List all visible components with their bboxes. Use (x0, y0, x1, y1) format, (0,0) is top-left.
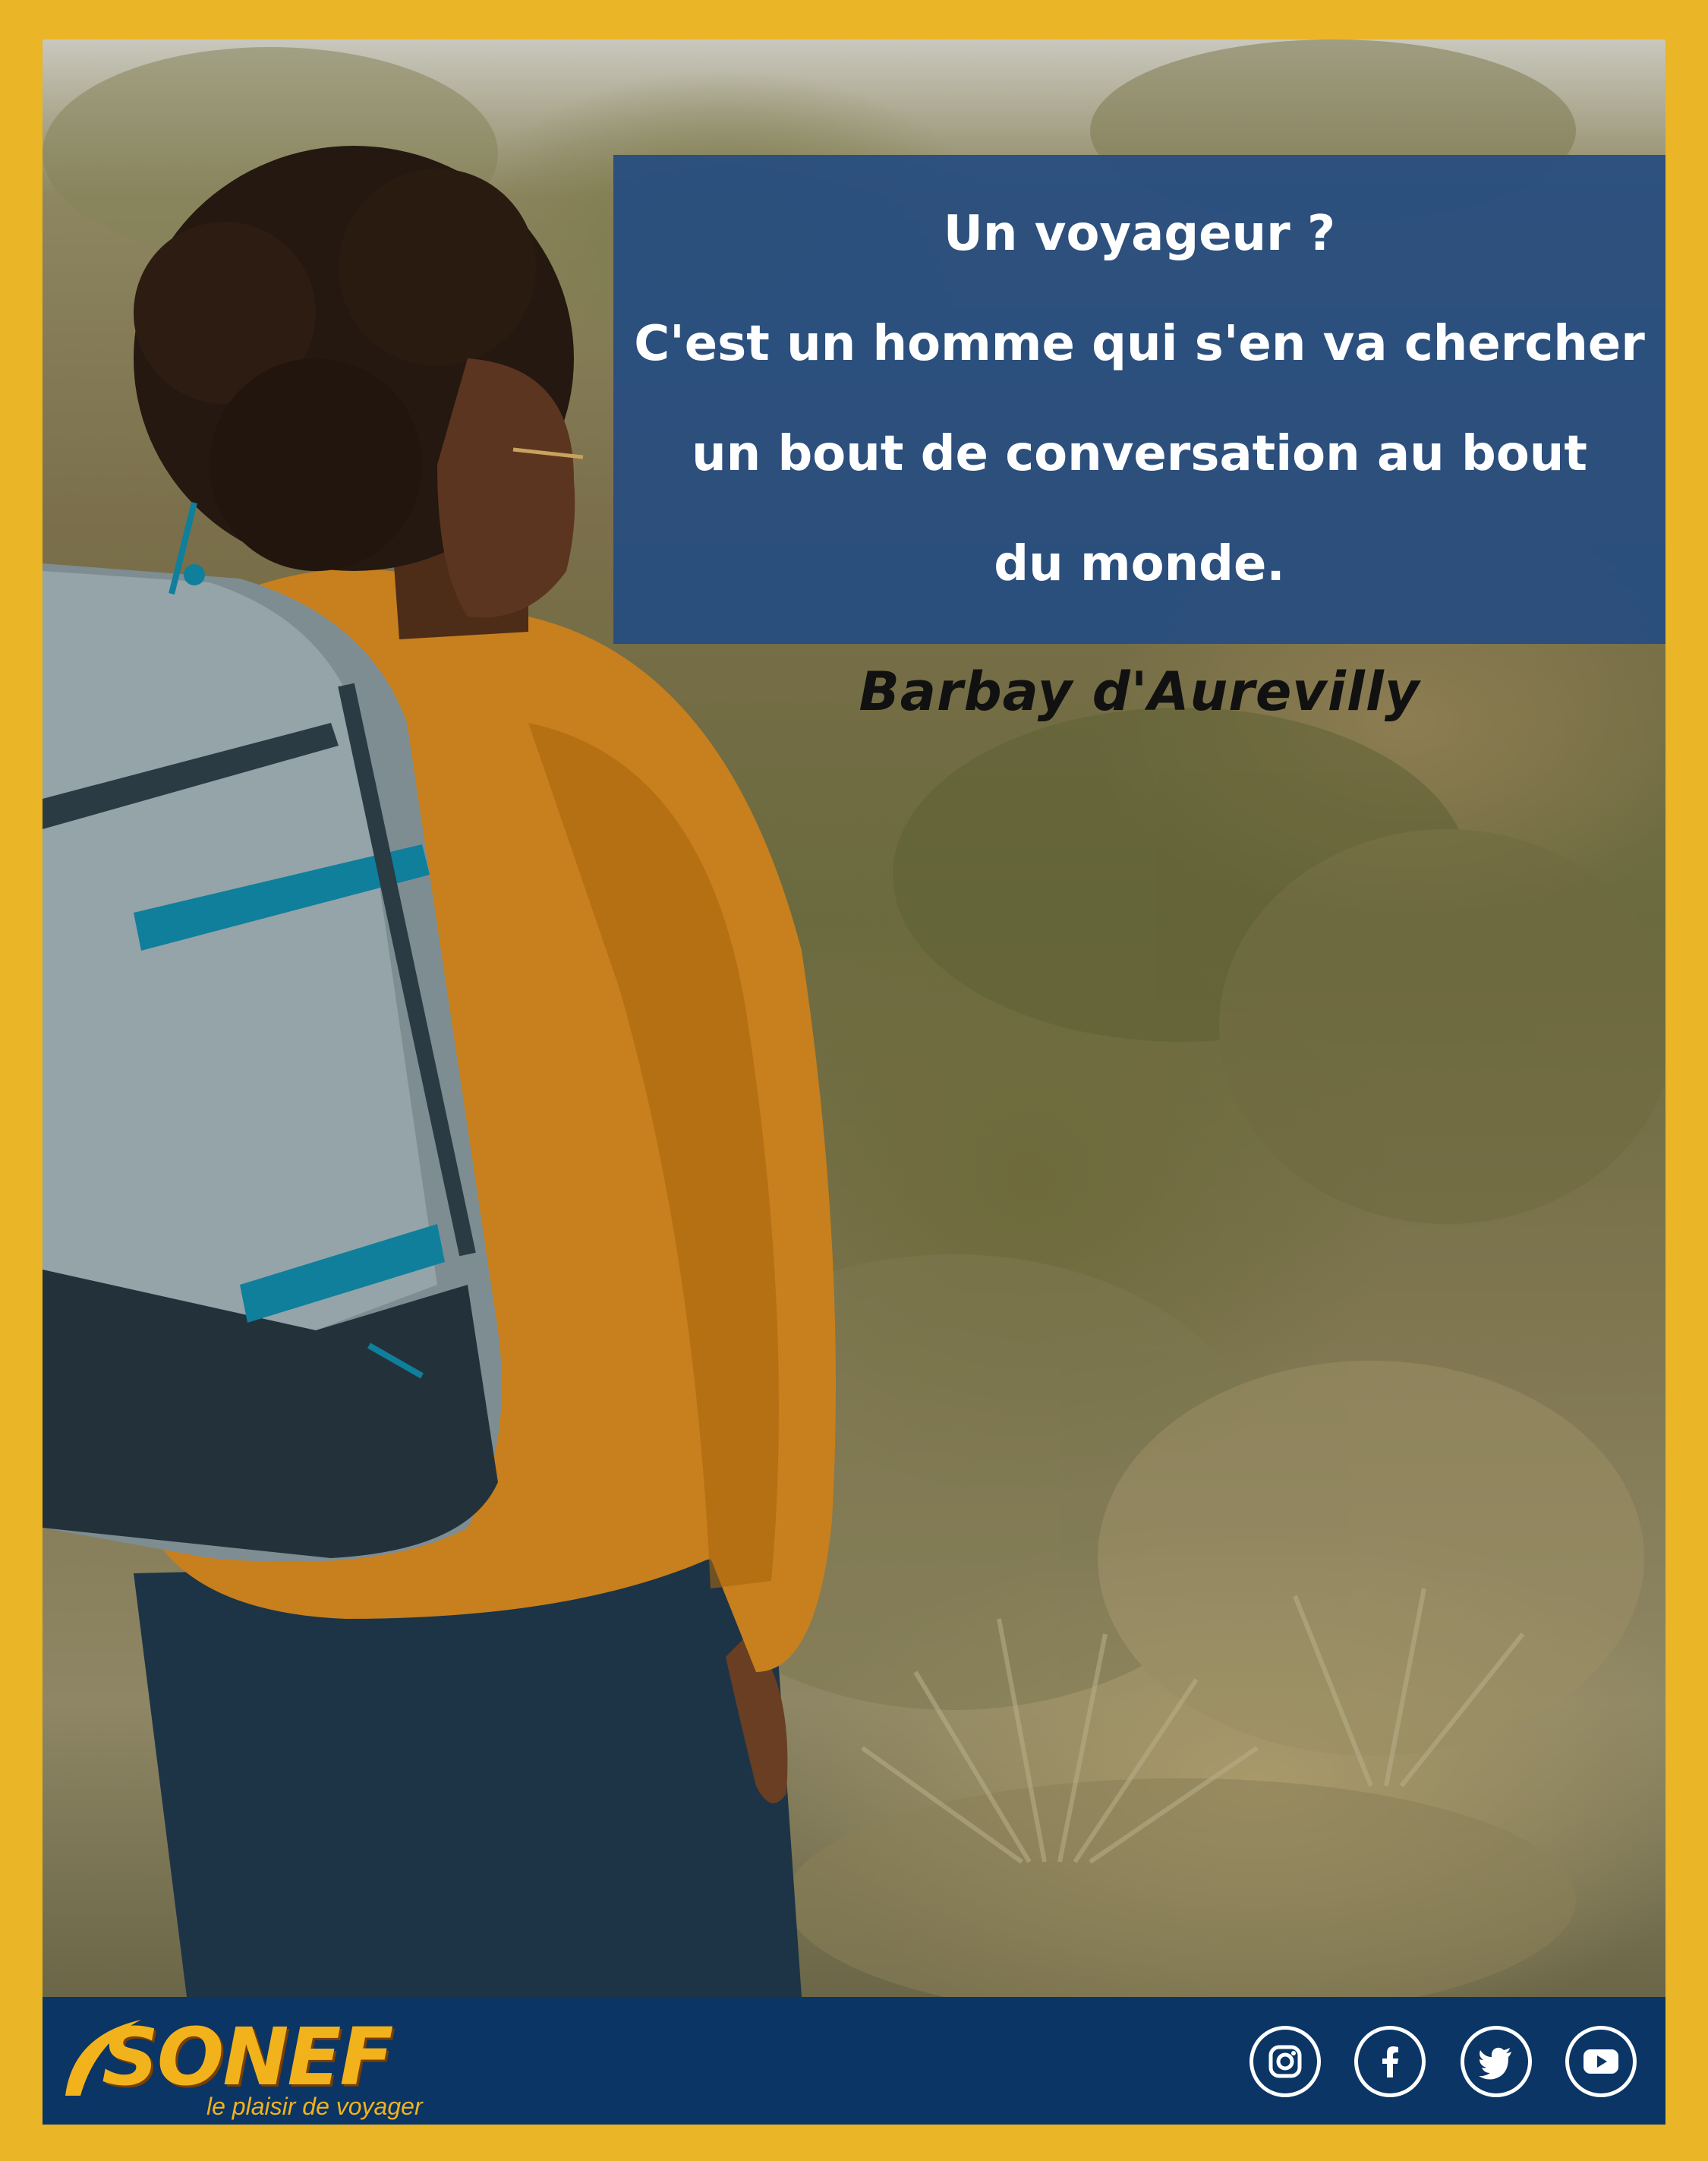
quote-author: Barbay d'Aurevilly (859, 661, 1420, 723)
quote-line: Un voyageur ? (943, 206, 1336, 262)
instagram-icon[interactable] (1249, 2026, 1321, 2097)
brand-tagline: le plaisir de voyager (206, 2093, 423, 2120)
quote-line: C'est un homme qui s'en va chercher (634, 316, 1645, 372)
brand-name: SONEF (102, 2011, 393, 2103)
quote-line: un bout de conversation au bout (692, 426, 1587, 482)
quote-line: du monde. (994, 536, 1285, 592)
quote-box: Un voyageur ? C'est un homme qui s'en va… (613, 155, 1665, 644)
sonef-logo[interactable]: SONEF le plaisir de voyager (58, 2005, 452, 2120)
youtube-icon[interactable] (1565, 2026, 1637, 2097)
twitter-icon[interactable] (1461, 2026, 1532, 2097)
facebook-icon[interactable] (1354, 2026, 1426, 2097)
footer-bar: SONEF le plaisir de voyager (43, 1997, 1665, 2125)
